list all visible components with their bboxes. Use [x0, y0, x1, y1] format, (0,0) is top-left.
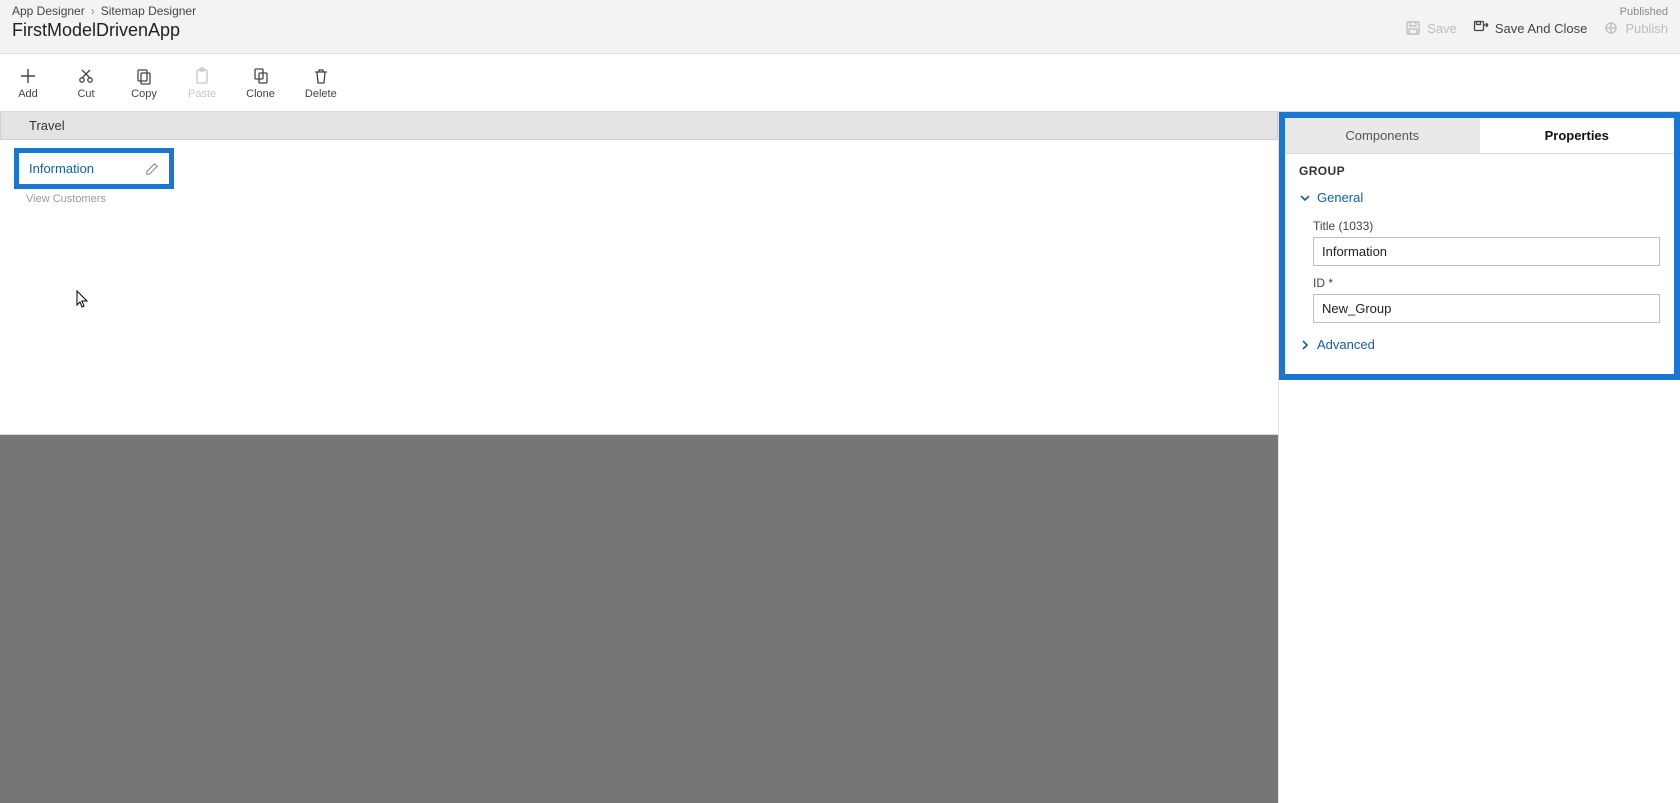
panel-body: GROUP General Title (1033) ID * [1285, 154, 1674, 362]
toolbar-cut-button[interactable]: Cut [66, 62, 106, 104]
tab-components[interactable]: Components [1285, 118, 1480, 154]
status-badge: Published [1620, 6, 1668, 18]
toolbar-cut-label: Cut [77, 88, 94, 100]
group-row: Information View Customers [0, 140, 1278, 240]
group-chip-selected[interactable]: Information [14, 148, 174, 189]
area-header[interactable]: Travel [0, 112, 1278, 140]
section-advanced-label: Advanced [1317, 337, 1375, 352]
field-id-label: ID * [1313, 276, 1660, 290]
section-general-label: General [1317, 190, 1363, 205]
toolbar-paste-button[interactable]: Paste [182, 62, 222, 104]
tab-properties[interactable]: Properties [1480, 118, 1675, 154]
header-right: Published Save Save And Close [1405, 4, 1668, 53]
toolbar-copy-label: Copy [131, 88, 157, 100]
save-icon [1405, 20, 1421, 36]
field-id: ID * [1313, 276, 1660, 323]
canvas-empty [0, 435, 1278, 803]
breadcrumb-link-sitemap-designer[interactable]: Sitemap Designer [101, 4, 196, 18]
publish-button-label: Publish [1625, 21, 1668, 36]
toolbar-copy-button[interactable]: Copy [124, 62, 164, 104]
group-chip-label: Information [29, 161, 94, 176]
field-title-input[interactable] [1313, 237, 1660, 266]
field-title: Title (1033) [1313, 219, 1660, 266]
toolbar-paste-label: Paste [188, 88, 216, 100]
save-button-label: Save [1427, 21, 1457, 36]
trash-icon [311, 66, 331, 86]
selection-type-label: GROUP [1299, 164, 1660, 178]
toolbar-add-label: Add [18, 88, 38, 100]
toolbar-clone-label: Clone [246, 88, 275, 100]
scissors-icon [76, 66, 96, 86]
plus-icon [18, 66, 38, 86]
subarea-link[interactable]: View Customers [14, 189, 1264, 205]
area-title: Travel [29, 118, 65, 133]
save-close-icon [1473, 20, 1489, 36]
properties-panel-highlight: Components Properties GROUP General Titl… [1279, 112, 1680, 380]
main-area: Travel Information View Customers [0, 112, 1680, 803]
panel-tabs: Components Properties [1285, 118, 1674, 154]
app-title: FirstModelDrivenApp [12, 20, 196, 41]
save-close-button-label: Save And Close [1495, 21, 1588, 36]
canvas-whitespace [0, 240, 1278, 435]
toolbar-delete-button[interactable]: Delete [299, 62, 343, 104]
pencil-icon[interactable] [145, 162, 159, 176]
header-left: App Designer › Sitemap Designer FirstMod… [12, 4, 196, 53]
toolbar-delete-label: Delete [305, 88, 337, 100]
breadcrumb-separator-icon: › [91, 4, 95, 18]
section-advanced[interactable]: Advanced [1299, 333, 1660, 356]
chevron-down-icon [1299, 192, 1311, 204]
header-bar: App Designer › Sitemap Designer FirstMod… [0, 0, 1680, 54]
save-and-close-button[interactable]: Save And Close [1473, 20, 1588, 36]
toolbar-clone-button[interactable]: Clone [240, 62, 281, 104]
publish-icon [1603, 20, 1619, 36]
breadcrumb-link-app-designer[interactable]: App Designer [12, 4, 85, 18]
sitemap-canvas: Travel Information View Customers [0, 112, 1278, 803]
save-button[interactable]: Save [1405, 20, 1457, 36]
toolbar-add-button[interactable]: Add [8, 62, 48, 104]
field-title-label: Title (1033) [1313, 219, 1660, 233]
field-id-input[interactable] [1313, 294, 1660, 323]
header-actions: Save Save And Close Publish [1405, 20, 1668, 36]
clone-icon [251, 66, 271, 86]
clipboard-icon [192, 66, 212, 86]
breadcrumb: App Designer › Sitemap Designer [12, 4, 196, 18]
copy-icon [134, 66, 154, 86]
properties-panel: Components Properties GROUP General Titl… [1278, 112, 1680, 803]
publish-button[interactable]: Publish [1603, 20, 1668, 36]
chevron-right-icon [1299, 339, 1311, 351]
toolbar: Add Cut Copy Paste Clone [0, 54, 1680, 112]
section-general[interactable]: General [1299, 186, 1660, 209]
